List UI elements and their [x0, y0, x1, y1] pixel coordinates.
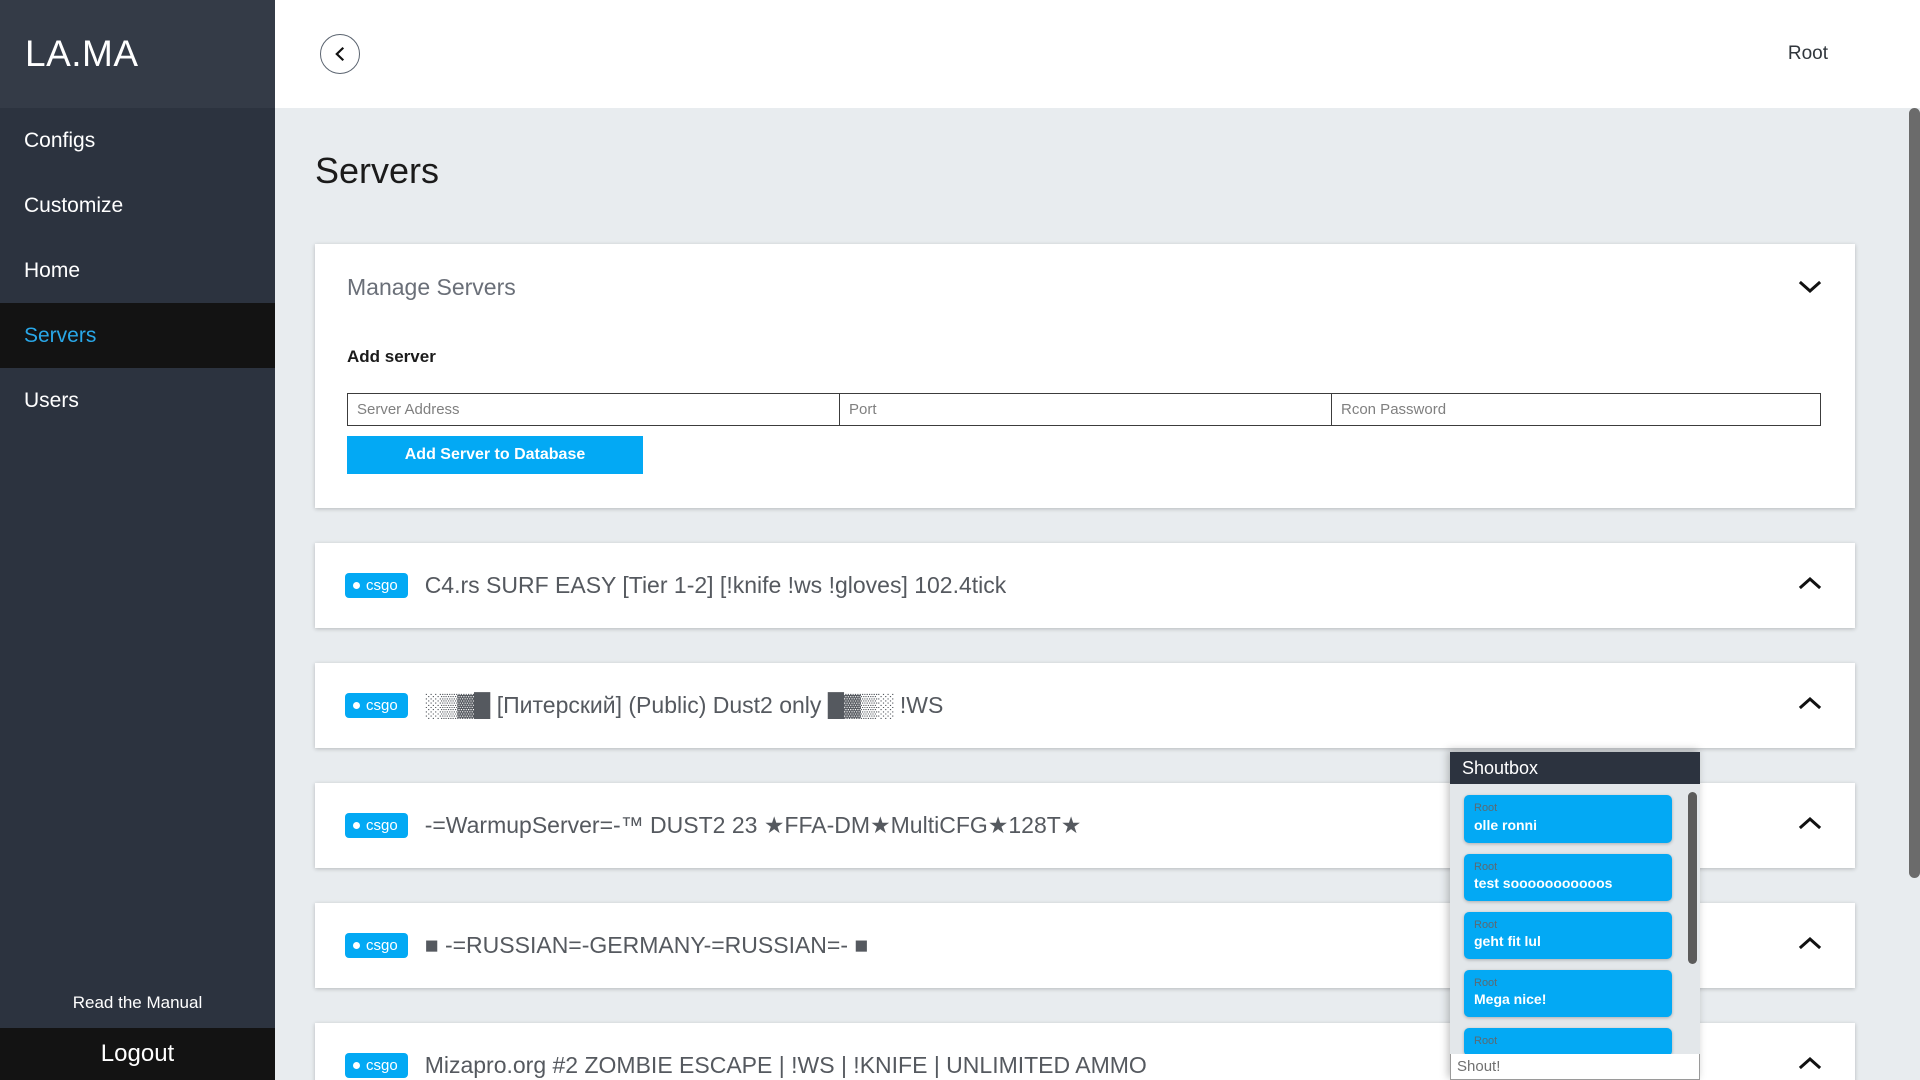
server-expand-toggle[interactable]	[1793, 571, 1827, 601]
chevron-up-icon	[1797, 695, 1823, 716]
brand-logo[interactable]: LA.MA	[0, 0, 275, 108]
read-manual-label: Read the Manual	[72, 993, 203, 1012]
sidebar: LA.MA Configs Customize Home Servers Use…	[0, 0, 275, 1080]
sidebar-item-configs[interactable]: Configs	[0, 108, 275, 173]
chevron-left-icon	[332, 46, 348, 62]
chevron-up-icon	[1797, 575, 1823, 596]
server-expand-toggle[interactable]	[1793, 691, 1827, 721]
server-row[interactable]: csgo C4.rs SURF EASY [Tier 1-2] [!knife …	[315, 543, 1855, 628]
sidebar-item-customize[interactable]: Customize	[0, 173, 275, 238]
sidebar-item-home[interactable]: Home	[0, 238, 275, 303]
add-server-to-database-button[interactable]: Add Server to Database	[347, 436, 643, 474]
shoutbox-message-text: Mega nice!	[1474, 991, 1547, 1008]
manage-servers-title: Manage Servers	[347, 274, 516, 300]
server-expand-toggle[interactable]	[1793, 1051, 1827, 1080]
read-manual-link[interactable]: Read the Manual	[0, 978, 275, 1028]
shoutbox-message-author: Root	[1474, 918, 1498, 931]
shoutbox-header[interactable]: Shoutbox	[1450, 752, 1700, 785]
shoutbox-widget: Shoutbox Root olle ronni Root test soooo…	[1450, 752, 1700, 1080]
page-title: Servers	[315, 150, 440, 191]
page-scrollbar[interactable]	[1909, 108, 1920, 1080]
status-dot-icon	[353, 822, 360, 829]
status-dot-icon	[353, 702, 360, 709]
rcon-password-input[interactable]	[1331, 393, 1821, 426]
sidebar-item-servers[interactable]: Servers	[0, 303, 275, 368]
server-row[interactable]: csgo ░▒▓█ [Питерский] (Public) Dust2 onl…	[315, 663, 1855, 748]
add-server-label: Add server	[347, 347, 436, 366]
server-name: ░▒▓█ [Питерский] (Public) Dust2 only █▓▒…	[424, 692, 944, 718]
server-name: Mizapro.org #2 ZOMBIE ESCAPE | !WS | !KN…	[424, 1052, 1147, 1078]
server-game-label: csgo	[366, 817, 398, 834]
user-name-label: Root	[1787, 43, 1828, 64]
brand-label: LA.MA	[25, 33, 139, 74]
shoutbox-message-text: geht fit lul	[1474, 933, 1541, 950]
shoutbox-message: Root olle ronni	[1464, 795, 1672, 843]
shoutbox-message: Root geht fit lul	[1464, 911, 1672, 959]
server-game-label: csgo	[366, 697, 398, 714]
server-address-input[interactable]	[347, 393, 839, 426]
server-game-badge: csgo	[345, 1053, 408, 1078]
shoutbox-message: Root test sooooooooooos	[1464, 853, 1672, 901]
server-name: -=WarmupServer=-™ DUST2 23 ★FFA-DM★Multi…	[424, 812, 1082, 838]
header-bar: Root	[275, 0, 1920, 108]
logout-label: Logout	[100, 1040, 175, 1067]
sidebar-item-users[interactable]: Users	[0, 368, 275, 433]
shoutbox-message-author: Root	[1474, 1035, 1498, 1048]
shoutbox-message-text: olle ronni	[1474, 816, 1537, 833]
server-game-label: csgo	[366, 937, 398, 954]
shoutbox-message-author: Root	[1474, 976, 1498, 989]
server-game-badge: csgo	[345, 813, 408, 838]
server-name: ■ -=RUSSIAN=-GERMANY-=RUSSIAN=- ■	[424, 932, 869, 958]
sidebar-item-label: Customize	[24, 193, 124, 217]
status-dot-icon	[353, 942, 360, 949]
shoutbox-message-text: test sooooooooooos	[1474, 874, 1613, 891]
server-expand-toggle[interactable]	[1793, 811, 1827, 841]
shoutbox-message: Root Mega nice!	[1464, 969, 1672, 1018]
app-root: LA.MA Configs Customize Home Servers Use…	[0, 0, 1920, 1080]
server-expand-toggle[interactable]	[1793, 931, 1827, 961]
server-game-label: csgo	[366, 577, 398, 594]
server-game-badge: csgo	[345, 933, 408, 958]
shoutbox-message-author: Root	[1474, 860, 1498, 873]
user-menu[interactable]: Root	[1788, 43, 1828, 65]
shoutbox-message-author: Root	[1474, 802, 1498, 815]
server-name: C4.rs SURF EASY [Tier 1-2] [!knife !ws !…	[424, 572, 1007, 598]
shoutbox-scrollbar-thumb[interactable]	[1688, 792, 1697, 965]
chevron-down-icon	[1797, 279, 1823, 300]
chevron-up-icon	[1797, 935, 1823, 956]
server-game-badge: csgo	[345, 573, 408, 598]
status-dot-icon	[353, 1062, 360, 1069]
add-server-form	[347, 393, 1821, 426]
sidebar-item-label: Servers	[24, 323, 97, 347]
shoutbox-input[interactable]	[1450, 1054, 1700, 1080]
sidebar-nav: Configs Customize Home Servers Users	[0, 108, 275, 978]
sidebar-item-label: Home	[24, 258, 81, 282]
chevron-up-icon	[1797, 1055, 1823, 1076]
back-button[interactable]	[320, 34, 360, 74]
status-dot-icon	[353, 582, 360, 589]
shoutbox-message: Root	[1464, 1028, 1672, 1055]
logout-button[interactable]: Logout	[0, 1028, 275, 1080]
server-game-label: csgo	[366, 1057, 398, 1074]
sidebar-item-label: Configs	[24, 128, 96, 152]
server-port-input[interactable]	[839, 393, 1331, 426]
manage-servers-card: Manage Servers Add server Add Server to …	[315, 244, 1855, 508]
sidebar-item-label: Users	[24, 388, 79, 412]
shoutbox-message-list: Root olle ronni Root test sooooooooooos …	[1450, 784, 1700, 1055]
server-game-badge: csgo	[345, 693, 408, 718]
shoutbox-title: Shoutbox	[1462, 757, 1539, 778]
page-scrollbar-thumb[interactable]	[1909, 108, 1920, 878]
manage-servers-collapse-toggle[interactable]	[1793, 274, 1827, 304]
chevron-up-icon	[1797, 815, 1823, 836]
